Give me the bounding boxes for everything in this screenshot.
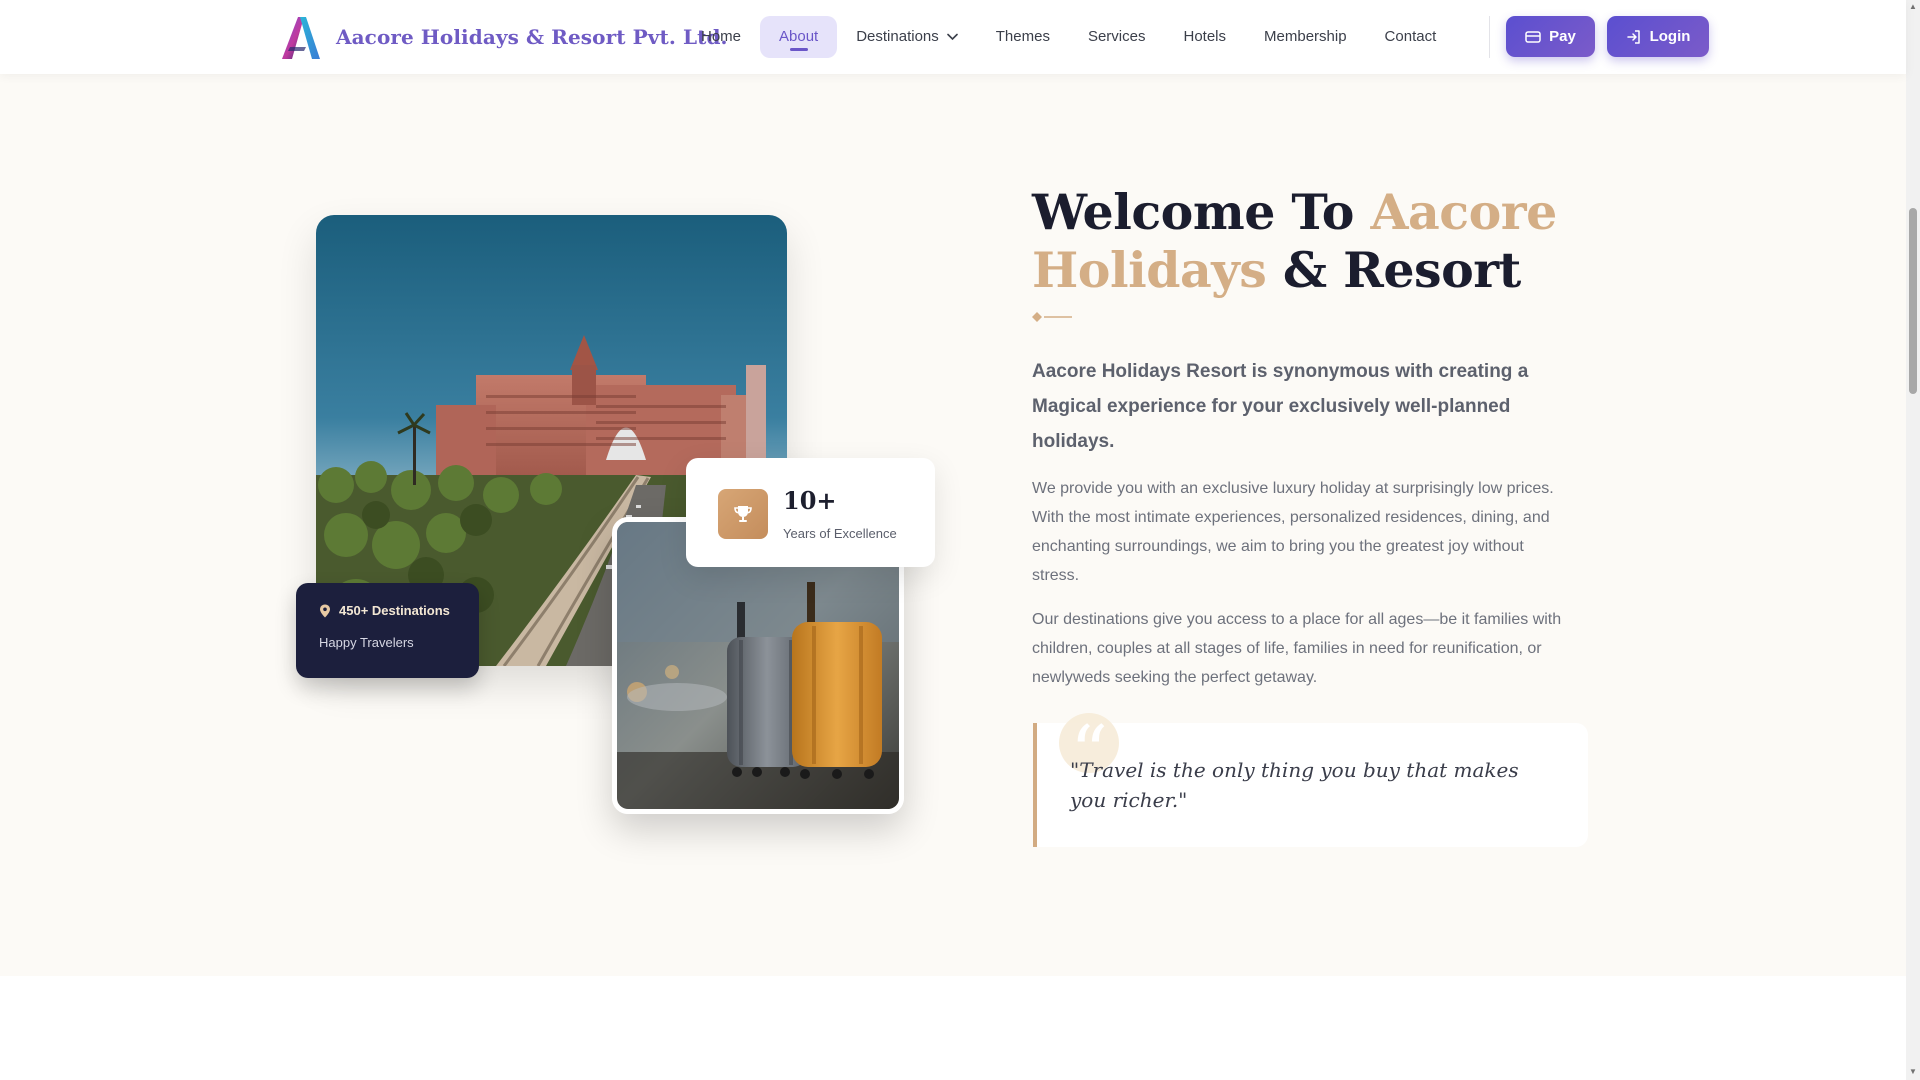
site-header: Aacore Holidays & Resort Pvt. Ltd. Home … (0, 0, 1906, 74)
destinations-subtitle: Happy Travelers (319, 635, 414, 650)
scroll-up-icon[interactable]: ▲ (1909, 3, 1917, 11)
aacore-logo-icon (282, 17, 320, 59)
credit-card-icon (1525, 30, 1541, 43)
nav-item-destinations-label: Destinations (856, 28, 939, 45)
login-button[interactable]: Login (1607, 16, 1709, 57)
main-nav: Home About Destinations Themes Services … (682, 16, 1455, 58)
about-paragraph-1: We provide you with an exclusive luxury … (1032, 480, 1554, 584)
brand-name: Aacore Holidays & Resort Pvt. Ltd. (336, 25, 728, 49)
title-part2: & Resort (1266, 241, 1521, 299)
nav-item-contact[interactable]: Contact (1366, 16, 1456, 58)
chevron-down-icon (946, 33, 958, 41)
scrollbar-thumb[interactable] (1909, 208, 1917, 394)
trophy-icon (734, 506, 752, 522)
years-value: 10+ (783, 486, 837, 515)
pay-button-label: Pay (1549, 28, 1576, 45)
nav-item-services[interactable]: Services (1069, 16, 1165, 58)
destinations-count: 450+ Destinations (339, 603, 450, 618)
nav-item-membership[interactable]: Membership (1245, 16, 1366, 58)
years-label: Years of Excellence (783, 526, 897, 541)
about-title: Welcome To Aacore Holidays & Resort (1032, 183, 1592, 299)
about-section (0, 74, 1906, 976)
years-badge: 10+ Years of Excellence (686, 458, 935, 567)
title-part1: Welcome To (1032, 183, 1371, 241)
destinations-badge: 450+ Destinations Happy Travelers (296, 583, 479, 678)
brand[interactable]: Aacore Holidays & Resort Pvt. Ltd. (276, 12, 728, 62)
page-scrollbar[interactable]: ▲ ▼ (1906, 0, 1920, 1080)
travel-quote: “ "Travel is the only thing you buy that… (1033, 713, 1588, 847)
nav-item-about[interactable]: About (760, 16, 838, 58)
login-icon (1626, 29, 1640, 44)
login-button-label: Login (1649, 28, 1691, 45)
nav-item-destinations[interactable]: Destinations (837, 16, 977, 58)
nav-item-themes[interactable]: Themes (977, 16, 1069, 58)
nav-divider (1489, 16, 1490, 58)
pay-button[interactable]: Pay (1506, 16, 1595, 57)
next-section (0, 976, 1906, 1080)
about-paragraph-2: Our destinations give you access to a pl… (1032, 611, 1562, 686)
nav-item-home[interactable]: Home (682, 16, 760, 58)
map-pin-icon (320, 604, 330, 617)
trophy-icon-box (718, 489, 768, 539)
nav-item-hotels[interactable]: Hotels (1164, 16, 1245, 58)
about-lead: Aacore Holidays Resort is synonymous wit… (1032, 361, 1529, 452)
scroll-down-icon[interactable]: ▼ (1909, 1068, 1917, 1076)
quote-text: "Travel is the only thing you buy that m… (1070, 758, 1519, 812)
diamond-divider-icon (1032, 312, 1072, 322)
